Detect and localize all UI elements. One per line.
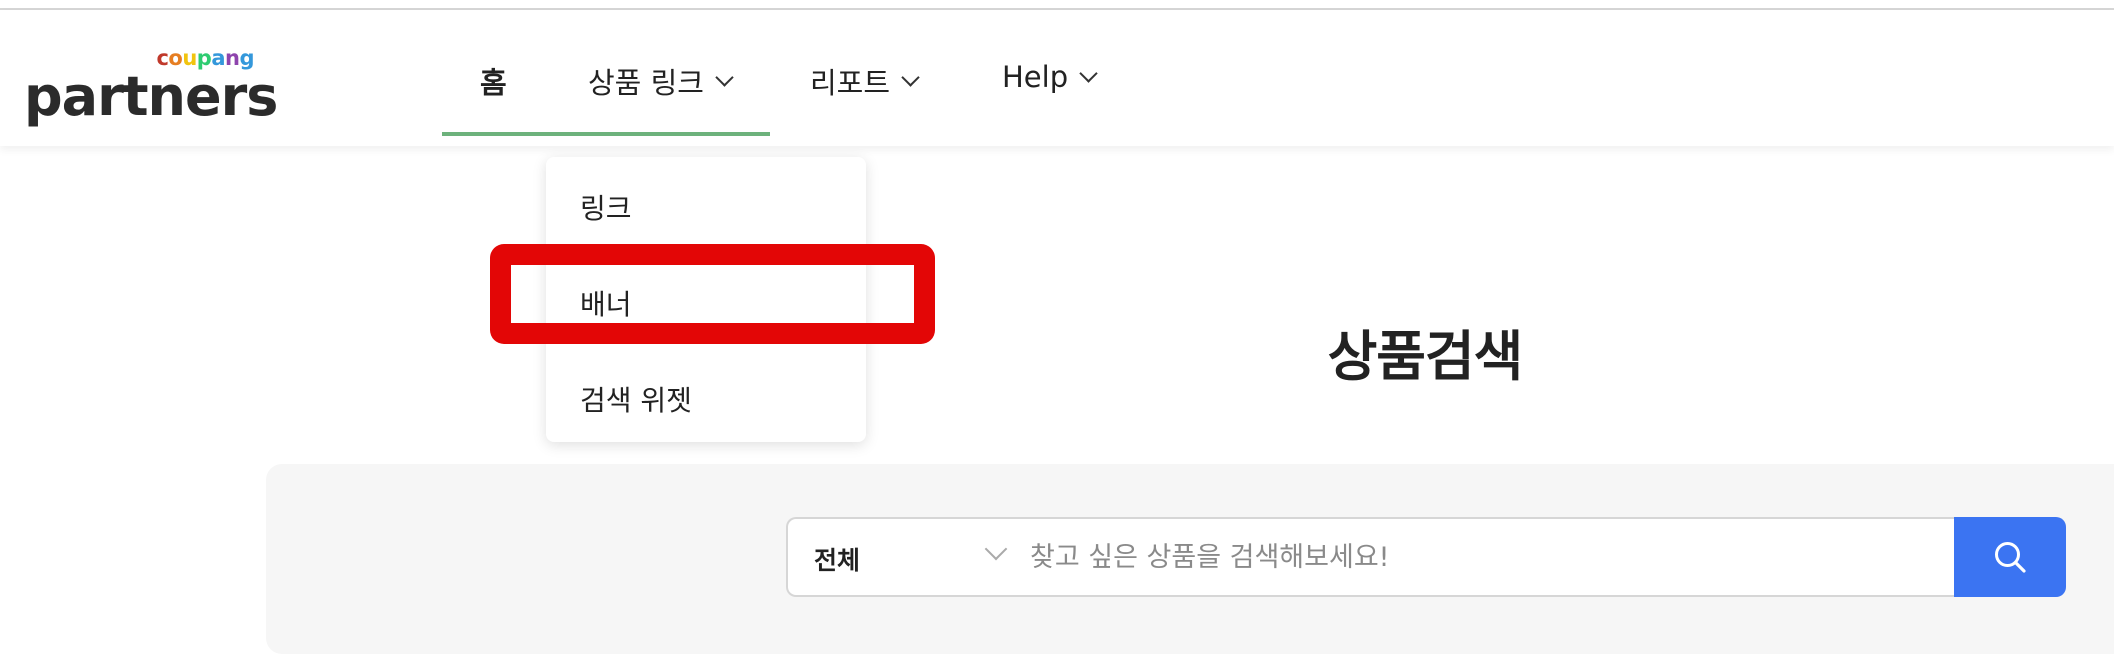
nav-item-help[interactable]: Help — [1002, 60, 1098, 94]
search-icon — [1995, 542, 2026, 573]
chevron-down-icon[interactable] — [984, 537, 1008, 561]
chevron-down-icon — [1079, 63, 1098, 83]
nav-item-home[interactable]: 홈 — [480, 60, 507, 102]
search-bar: 전체 — [786, 517, 1956, 597]
nav-item-report[interactable]: 리포트 — [810, 60, 920, 102]
menu-item-banner[interactable]: 배너 — [580, 283, 632, 323]
nav-item-label: 리포트 — [810, 66, 891, 100]
nav-item-label: Help — [1002, 60, 1069, 94]
page-title: 상품검색 — [1327, 325, 1524, 388]
menu-item-link[interactable]: 링크 — [580, 187, 632, 227]
nav-item-label: 홈 — [480, 66, 507, 100]
nav-item-product-link[interactable]: 상품 링크 — [588, 60, 734, 102]
active-nav-indicator — [442, 132, 770, 136]
product-link-dropdown-menu: 링크 배너 검색 위젯 — [546, 157, 866, 442]
menu-item-search-widget[interactable]: 검색 위젯 — [580, 379, 692, 419]
logo-brand-large: partners — [24, 65, 278, 128]
site-header: coupang partners 홈 상품 링크 리포트 Help — [0, 10, 2114, 146]
coupang-partners-logo[interactable]: coupang partners — [24, 38, 278, 128]
search-button[interactable] — [1954, 517, 2066, 597]
chevron-down-icon — [901, 67, 920, 87]
nav-item-label: 상품 링크 — [588, 66, 704, 100]
category-select[interactable]: 전체 — [814, 541, 860, 577]
chevron-down-icon — [715, 67, 734, 87]
search-input[interactable] — [1028, 529, 1928, 585]
